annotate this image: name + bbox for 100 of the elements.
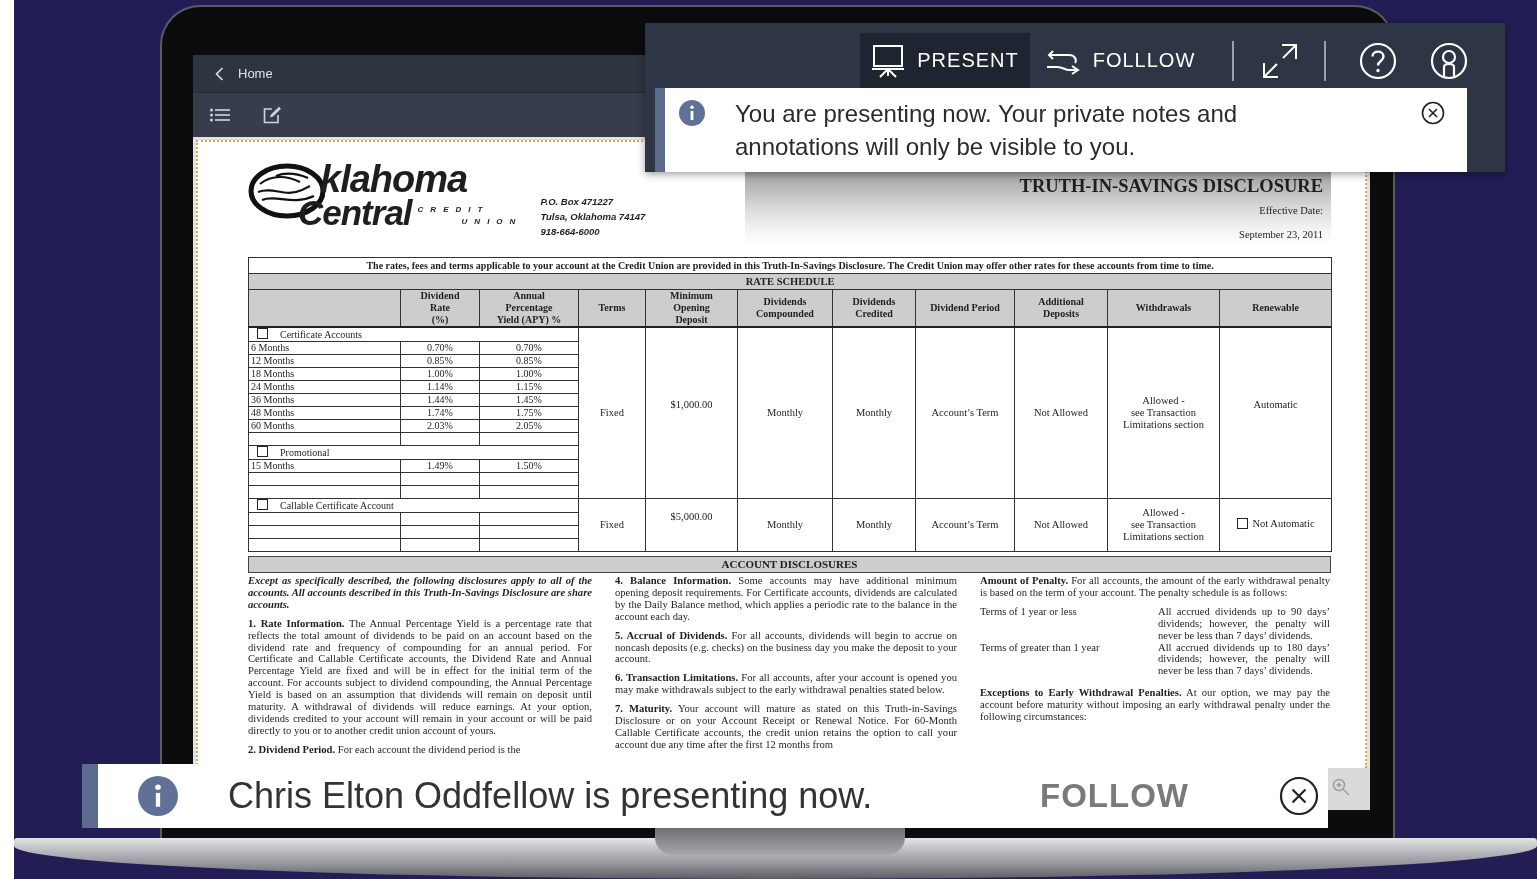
table-cell: $1,000.00 [645, 327, 738, 499]
close-icon[interactable] [1279, 776, 1319, 816]
table-cell: 0.85% [479, 354, 579, 368]
table-cell: Allowed - see Transaction Limitations section [1107, 498, 1220, 552]
column-header: Dividends Credited [832, 289, 916, 327]
table-cell: Allowed - see Transaction Limitations section [1107, 327, 1220, 499]
effective-date-label: Effective Date: [1259, 205, 1323, 216]
paragraph: 7. Maturity. Your account will mature as stated on this Truth-in-Savings Disclosure or on your Account Receipt or Renewal Notice. For 60-Month Callable Certificate accounts, the credit union retains the option to call your account due any time after the first 12 months from [615, 703, 957, 751]
table-cell: Monthly [737, 498, 833, 552]
table-cell: Fixed [578, 498, 646, 552]
table-cell: 1.45% [479, 393, 579, 407]
table-cell: 1.50% [479, 459, 579, 473]
table-cell: Automatic [1219, 327, 1332, 499]
paragraph: 5. Accrual of Dividends. For all accounts, dividends will begin to accrue on noncash deposits (e.g. checks) on the business day you make the deposit to your account. [615, 629, 957, 666]
column-header: Annual Percentage Yield (APY) % [479, 289, 579, 327]
present-button[interactable]: PRESENT [860, 33, 1030, 88]
penalty-text: All accrued dividends up to 180 days’ dividends; however, the penalty will never be less than 7 days’ dividends. [1158, 641, 1330, 678]
table-cell: 1.15% [479, 380, 579, 394]
address-line: P.O. Box 471227 [540, 195, 615, 209]
expand-icon[interactable] [1262, 42, 1298, 79]
table-cell: 15 Months [248, 459, 401, 473]
help-icon[interactable] [1359, 41, 1397, 80]
table-cell: 60 Months [248, 419, 401, 433]
column-header: Renewable [1219, 289, 1332, 327]
checkbox[interactable] [257, 446, 268, 457]
paragraph: 6. Transaction Limitations. For all accounts, after your account is opened you may make withdrawals subject to the early withdrawal penalties stated below. [615, 672, 957, 697]
paragraph: Exceptions to Early Withdrawal Penalties. At our option, we may pay the account before maturity without imposing an early withdrawal penalty under the following circumstances: [980, 687, 1330, 723]
paragraph: 1. Rate Information. The Annual Percentage Yield is a percentage rate that reflects the total amount of dividends to be paid on an account based on the dividend rate and frequency of compounding for an annual period. For Certificate and Callable Certificate accounts, the Dividend Rate and Annual Percentage Yield are fixed and will be in effect for the initial term of the account. For accounts subject to dividend compounding, the Annual Percentage Yield is based on an assumption that dividends will remain on deposit until maturity. A withdrawal of dividends will reduce earnings. At your option, dividends credited to your account will remain in your account or will be paid directly to you or to another credit union account of yours. [248, 617, 592, 737]
paragraph: Except as specifically described, the following disclosures apply to all of the accounts. All accounts described in this Truth-In-Savings Disclosure are share accounts. [248, 575, 592, 611]
info-icon [679, 100, 705, 126]
table-cell: 1.14% [400, 380, 480, 394]
table-cell: 1.74% [400, 406, 480, 420]
penalty-text: All accrued dividends up to 90 days’ dividends; however, the penalty will never be less than 7 days’ dividends. [1158, 605, 1330, 642]
column-header: Minimum Opening Deposit [645, 289, 738, 327]
table-cell: 18 Months [248, 367, 401, 381]
accent-bar [82, 764, 98, 828]
document-title: TRUTH-IN-SAVINGS DISCLOSURE [1019, 175, 1323, 198]
table-cell: Account’s Term [915, 498, 1015, 552]
table-cell: 1.75% [479, 406, 579, 420]
table-cell: 2.03% [400, 419, 480, 433]
table-cell: $5,000.00 [645, 498, 738, 552]
checkbox[interactable] [1236, 518, 1248, 530]
logo-wordmark: Central [298, 196, 412, 230]
back-link[interactable]: Home [211, 64, 277, 83]
table-cell: Not Automatic [1252, 517, 1315, 530]
checkbox[interactable] [257, 499, 268, 510]
table-cell: 0.70% [400, 341, 480, 355]
section-heading: ACCOUNT DISCLOSURES [248, 556, 1331, 573]
edit-icon[interactable] [263, 106, 282, 124]
paragraph: 2. Dividend Period. For each account the dividend period is the [248, 743, 522, 756]
table-cell: Monthly [832, 327, 916, 499]
table-cell: 0.70% [479, 341, 579, 355]
table-cell: Account’s Term [915, 327, 1015, 499]
table-cell: 1.00% [479, 367, 579, 381]
address-line: 918-664-6000 [540, 225, 601, 239]
info-icon [138, 776, 178, 816]
table-cell: 1.49% [400, 459, 480, 473]
column-header: Dividends Compounded [737, 289, 833, 327]
list-icon[interactable] [210, 108, 230, 122]
column-header: Additional Deposits [1014, 289, 1108, 327]
logo-tagline: UNION [461, 216, 523, 228]
table-cell: 6 Months [248, 341, 401, 355]
column-header: Dividend Rate (%) [400, 289, 480, 327]
table-cell: 48 Months [248, 406, 401, 420]
table-cell: 0.85% [400, 354, 480, 368]
table-cell: Fixed [578, 327, 646, 499]
table-cell: 2.05% [479, 419, 579, 433]
table-cell: 1.44% [400, 393, 480, 407]
follow-button[interactable]: FOLLOW [1040, 777, 1189, 815]
table-cell: 36 Months [248, 393, 401, 407]
table-cell: Monthly [737, 327, 833, 499]
table-cell: 24 Months [248, 380, 401, 394]
penalty-term: Terms of 1 year or less [980, 605, 1078, 619]
table-cell: 1.00% [400, 367, 480, 381]
table-caption: The rates, fees and terms applicable to your account at the Credit Union are provided in this Truth-In-Savings Disclosure. The Credit Union may offer other rates for these accounts from time to time. [248, 257, 1332, 274]
paragraph: 4. Balance Information. Some accounts may have additional minimum opening deposit requirements. For Certificate accounts, dividends are calculated by the Daily Balance method, which applies a periodic rate to the balance in the account each day. [615, 575, 957, 623]
notification-text: You are presenting now. Your private notes and annotations will only be visible to you. [735, 99, 1239, 162]
effective-date: September 23, 2011 [1239, 229, 1323, 240]
section-label: Callable Certificate Account [280, 500, 394, 511]
close-icon[interactable] [1421, 101, 1445, 125]
presentation-board-icon [871, 43, 906, 78]
chevron-left-icon [215, 66, 224, 81]
paragraph: Amount of Penalty. For all accounts, the amount of the early withdrawal penalty is based on the term of your account. The penalty schedule is as follows: [980, 575, 1330, 599]
section-label: Promotional [280, 447, 330, 458]
logo-wordmark: klahoma [320, 162, 469, 196]
column-header: Terms [578, 289, 646, 327]
column-header: Dividend Period [915, 289, 1015, 327]
penalty-term: Terms of greater than 1 year [980, 641, 1101, 655]
address-line: Tulsa, Oklahoma 74147 [540, 210, 646, 224]
logo-tagline: CREDIT [417, 204, 491, 216]
follow-button[interactable]: FOLLLOW [1035, 33, 1205, 88]
table-cell: Not Allowed [1014, 498, 1108, 552]
table-cell: Not Allowed [1014, 327, 1108, 499]
table-cell: Monthly [832, 498, 916, 552]
banner-text: Chris Elton Oddfellow is presenting now. [228, 775, 873, 817]
section-label: Certificate Accounts [280, 329, 362, 340]
checkbox[interactable] [257, 328, 268, 339]
column-header: Withdrawals [1107, 289, 1220, 327]
user-icon[interactable] [1430, 41, 1468, 80]
table-cell: 12 Months [248, 354, 401, 368]
